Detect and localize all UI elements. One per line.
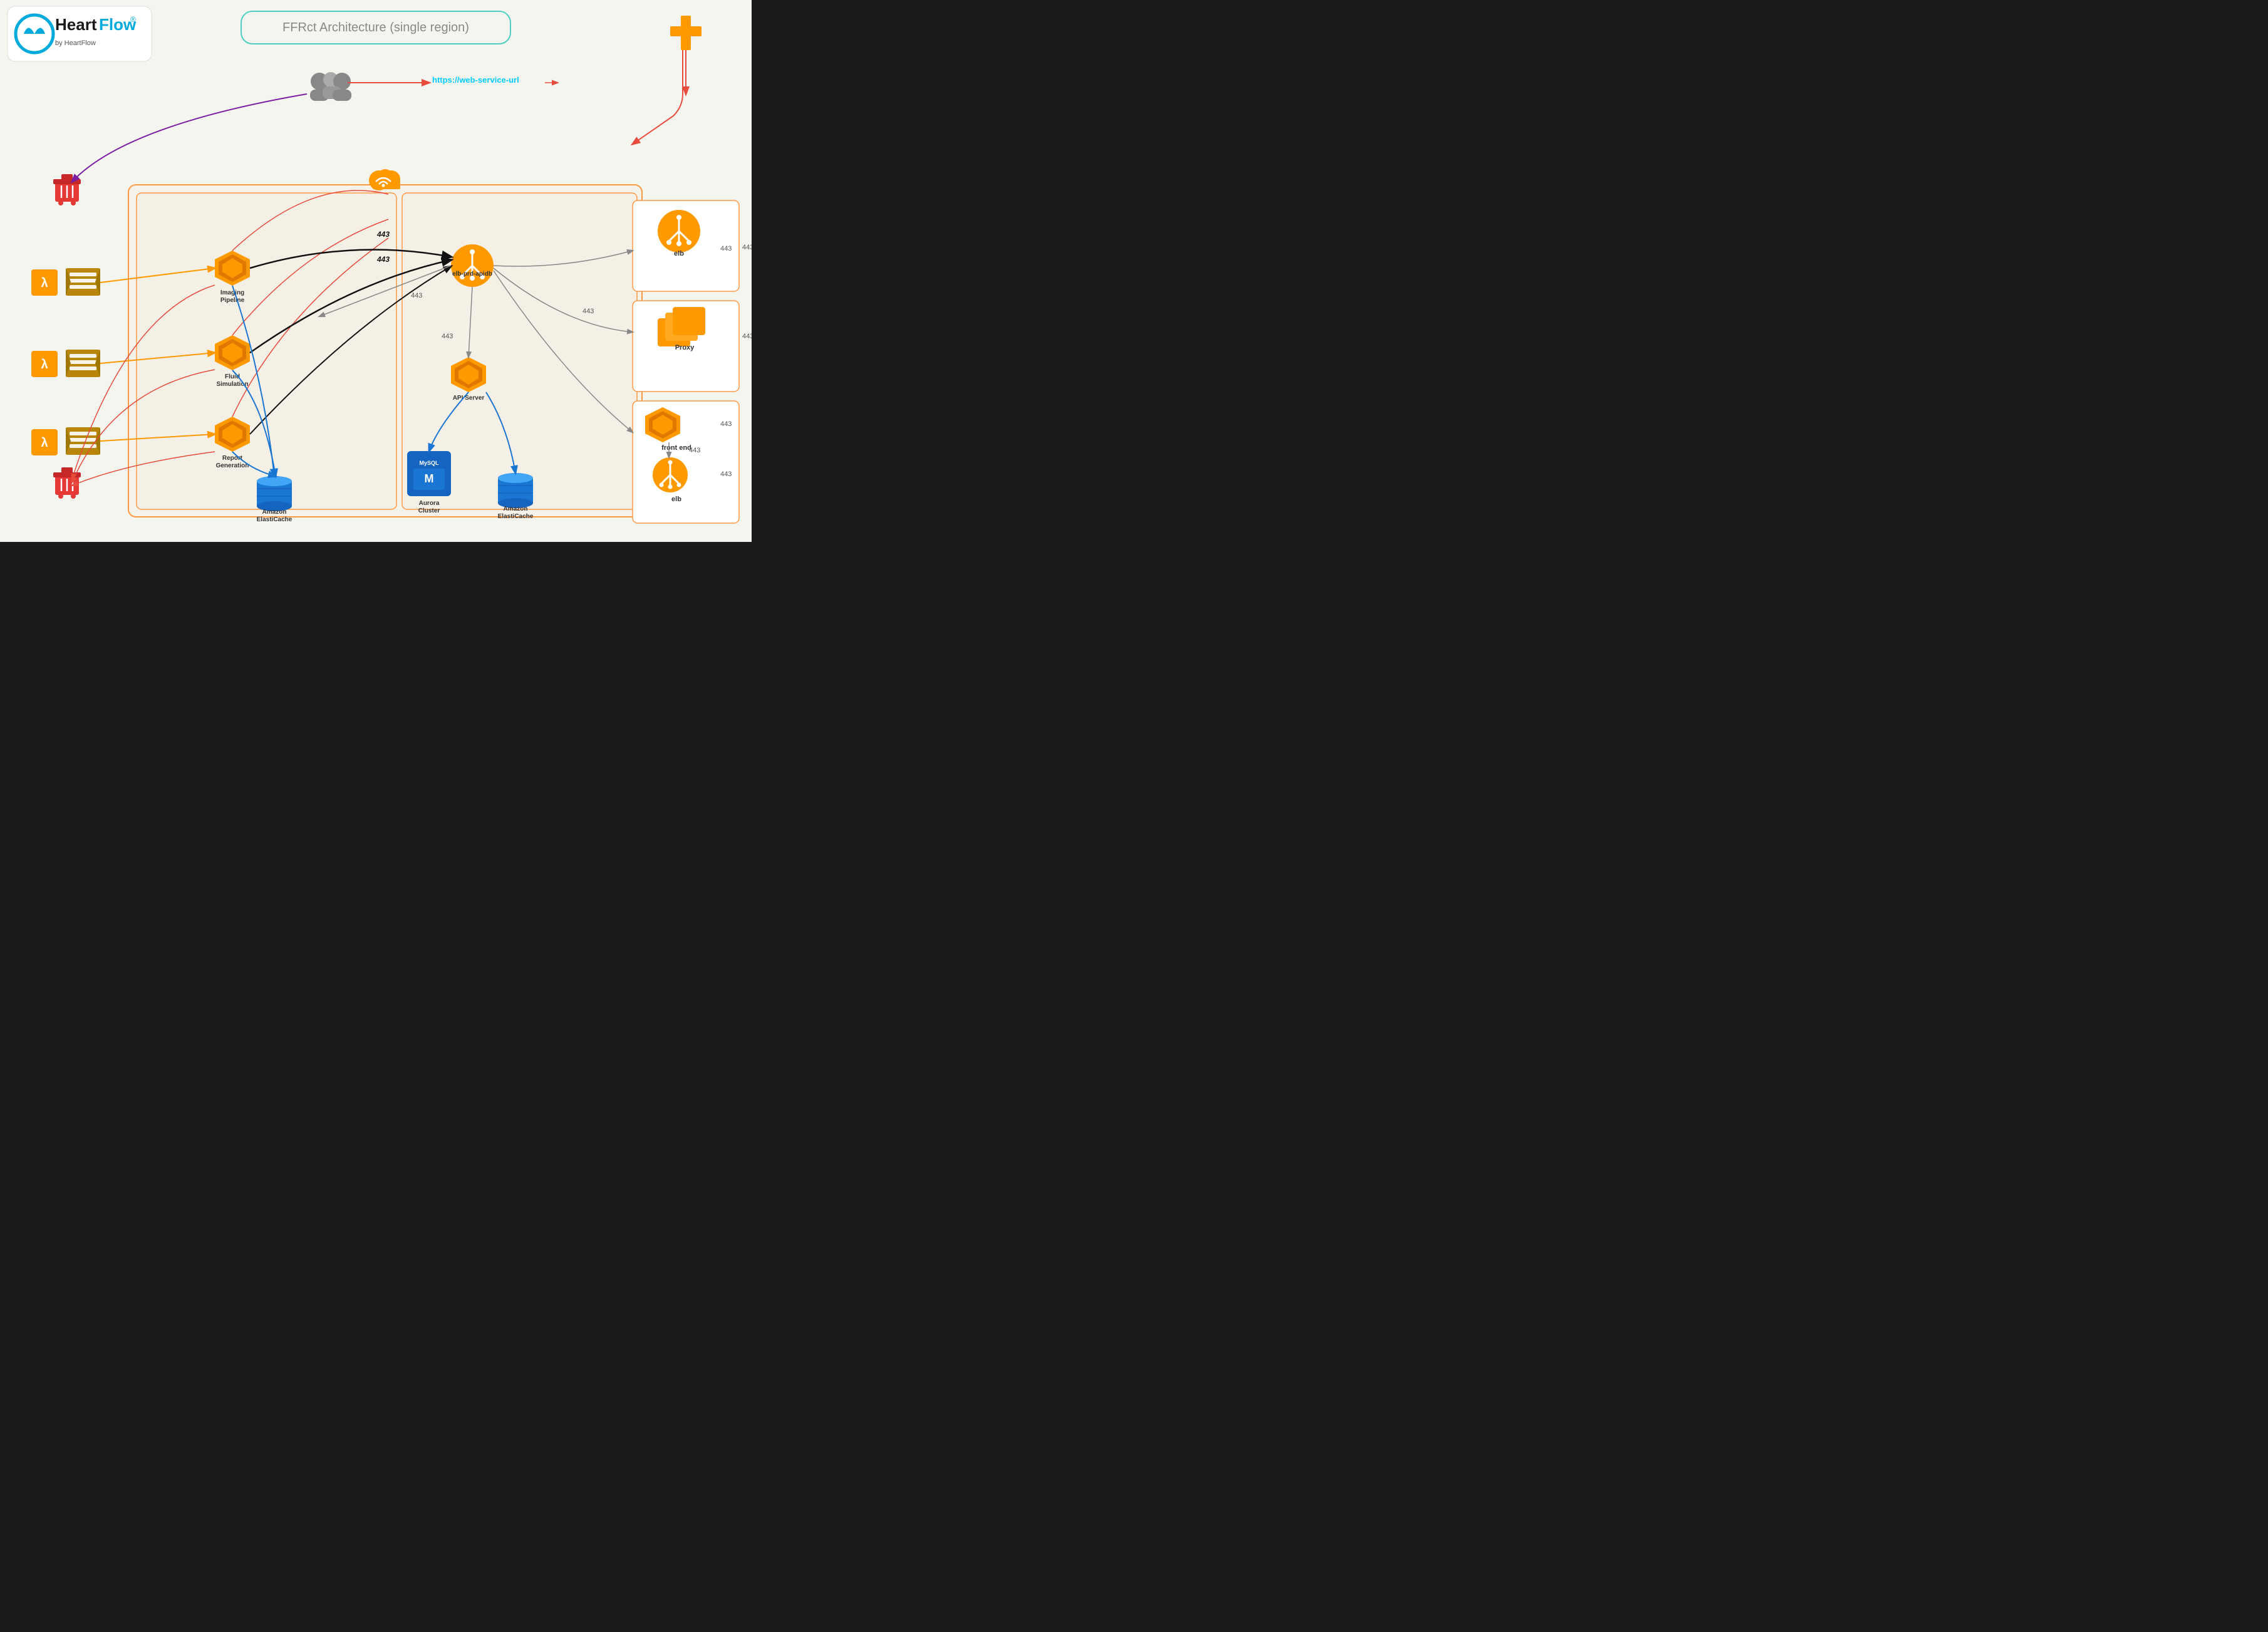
port-443-1: 443 <box>376 230 390 239</box>
elasticache-2-icon <box>498 473 533 508</box>
proxy-443-right: 443 <box>742 333 752 340</box>
aurora-cluster-label: Aurora <box>419 500 440 507</box>
elb-443-right: 443 <box>742 244 752 251</box>
svg-text:MySQL: MySQL <box>419 460 439 466</box>
elb-bottom-label: elb <box>671 496 681 503</box>
port-443-middle: 443 <box>442 333 453 340</box>
elb-top-icon <box>658 210 700 252</box>
port-443-left: 443 <box>411 292 422 299</box>
lambda-3: λ <box>31 429 58 455</box>
elasticache-1-label: Amazon <box>262 509 287 516</box>
frontend-elb-port: 443 <box>720 470 732 478</box>
api-server-label: API Server <box>453 395 485 402</box>
sqs-2 <box>66 350 100 377</box>
frontend-443-inner: 443 <box>689 447 700 454</box>
elb-bottom-icon <box>653 457 688 492</box>
elasticache-2-label2: ElastiCache <box>498 513 534 520</box>
port-443-2: 443 <box>376 255 390 264</box>
cloud-icon <box>369 169 400 190</box>
elb-prd-apidb-icon <box>451 244 494 287</box>
port-443-right: 443 <box>583 308 594 315</box>
svg-text:®: ® <box>130 15 136 24</box>
sqs-1 <box>66 268 100 296</box>
elb-top-label: elb <box>674 250 684 257</box>
svg-text:M: M <box>425 472 434 485</box>
elasticache-1-icon <box>257 476 292 511</box>
proxy-label: Proxy <box>675 344 695 351</box>
web-service-url: https://web-service-url <box>432 75 519 85</box>
users-icon <box>310 72 351 101</box>
title: FFRct Architecture (single region) <box>282 21 469 34</box>
elb-top-port: 443 <box>720 245 732 252</box>
report-generation-label2: Generation <box>216 462 249 469</box>
svg-text:by HeartFlow: by HeartFlow <box>55 39 96 47</box>
lambda-2: λ <box>31 351 58 377</box>
aurora-cluster-label2: Cluster <box>418 507 440 514</box>
lambda-1: λ <box>31 269 58 296</box>
elasticache-2-label: Amazon <box>504 506 528 512</box>
imaging-pipeline-label2: Pipeline <box>220 297 245 304</box>
svg-text:λ: λ <box>41 436 48 450</box>
aurora-cluster-icon: MySQL M <box>407 451 451 496</box>
svg-text:Heart: Heart <box>55 15 97 34</box>
elb-prd-apidb-label: elb-prd-apidb <box>452 271 492 278</box>
frontend-port-443: 443 <box>720 420 732 428</box>
svg-text:λ: λ <box>41 276 48 290</box>
svg-text:λ: λ <box>41 358 48 372</box>
frontend-label: front end <box>661 444 691 452</box>
elasticache-1-label2: ElastiCache <box>257 516 293 523</box>
imaging-pipeline-label: Imaging <box>220 289 244 296</box>
